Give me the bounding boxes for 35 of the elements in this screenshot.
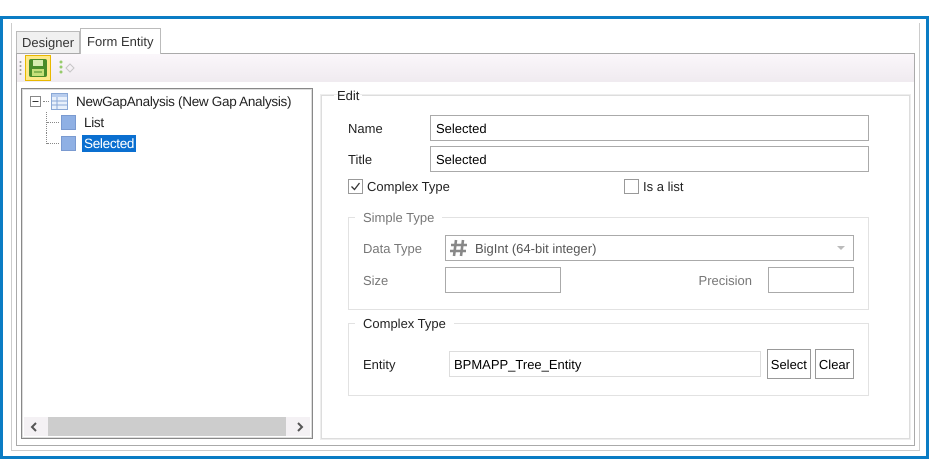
- field-icon: [61, 136, 76, 151]
- group-title: Simple Type: [362, 210, 436, 225]
- entity-field[interactable]: BPMAPP_Tree_Entity: [449, 351, 761, 377]
- field-label: Title: [348, 152, 374, 166]
- name-field[interactable]: Selected: [430, 115, 869, 141]
- tree-item[interactable]: List: [82, 114, 106, 131]
- check-icon: [350, 181, 361, 192]
- action-button[interactable]: Clear: [814, 349, 854, 379]
- group-title: Complex Type: [362, 316, 447, 331]
- field-label: Name: [348, 120, 384, 136]
- grip-icon: [19, 60, 22, 76]
- tree-item[interactable]: Selected: [82, 135, 136, 152]
- caret-icon: [837, 246, 845, 250]
- collapse-icon[interactable]: [30, 96, 41, 107]
- field-label: Precision: [698, 272, 752, 288]
- table-icon: [51, 93, 68, 110]
- save-button[interactable]: [25, 55, 51, 81]
- scroll-right-icon[interactable]: [296, 422, 304, 432]
- field-label: Data Type: [363, 240, 424, 256]
- hash-icon: [449, 238, 469, 258]
- scroll-left-icon[interactable]: [30, 422, 38, 432]
- tree-item[interactable]: NewGapAnalysis (New Gap Analysis): [74, 93, 294, 110]
- group-title: Edit: [336, 88, 360, 103]
- tab[interactable]: Designer: [16, 31, 80, 53]
- checkbox-label: Is a list: [643, 179, 684, 194]
- checkbox[interactable]: [348, 179, 363, 194]
- title-field[interactable]: Selected: [430, 146, 869, 172]
- field-label: Entity: [363, 356, 397, 372]
- checkbox-label: Complex Type: [367, 179, 450, 194]
- checkbox[interactable]: [624, 179, 639, 194]
- field-label: Size: [363, 272, 390, 288]
- horizontal-scrollbar[interactable]: [24, 417, 310, 436]
- action-button[interactable]: Select: [766, 349, 811, 379]
- tab[interactable]: Form Entity: [80, 28, 160, 54]
- field-icon: [61, 115, 76, 130]
